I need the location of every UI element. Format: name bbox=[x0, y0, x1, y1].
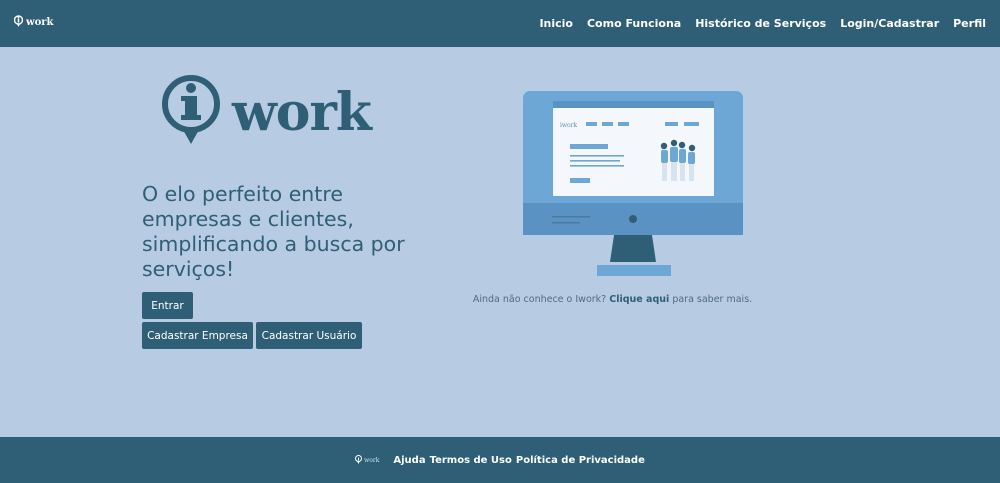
footer-links: Ajuda Termos de Uso Política de Privacid… bbox=[393, 455, 645, 466]
iwork-logo-icon bbox=[162, 75, 220, 144]
iwork-logo-icon bbox=[355, 455, 363, 464]
hero-tagline: O elo perfeito entre empresas e clientes… bbox=[142, 182, 405, 281]
nav-link-historico[interactable]: Histórico de Serviços bbox=[695, 17, 826, 30]
cadastrar-empresa-button[interactable]: Cadastrar Empresa bbox=[142, 322, 253, 349]
info-suffix: para saber mais. bbox=[672, 294, 753, 305]
top-navbar: work Inicio Como Funciona Histórico de S… bbox=[0, 0, 1000, 47]
brand-logo[interactable]: work bbox=[14, 14, 53, 31]
info-line: Ainda não conhece o Iwork? Clique aqui p… bbox=[455, 294, 770, 305]
footer-link-privacidade[interactable]: Política de Privacidade bbox=[516, 455, 645, 466]
nav-link-perfil[interactable]: Perfil bbox=[953, 17, 986, 30]
entrar-button[interactable]: Entrar bbox=[142, 292, 193, 319]
nav-link-como-funciona[interactable]: Como Funciona bbox=[587, 17, 681, 30]
computer-monitor-illustration: iwork bbox=[522, 88, 744, 280]
cadastrar-usuario-button[interactable]: Cadastrar Usuário bbox=[256, 322, 362, 349]
nav-link-login[interactable]: Login/Cadastrar bbox=[840, 17, 939, 30]
hero-logo-word: work bbox=[232, 82, 372, 143]
clique-aqui-link[interactable]: Clique aqui bbox=[609, 294, 669, 305]
footer-logo[interactable]: work bbox=[355, 454, 379, 466]
info-prefix: Ainda não conhece o Iwork? bbox=[472, 294, 607, 305]
iwork-logo-icon bbox=[14, 15, 23, 27]
brand-word: work bbox=[26, 17, 54, 28]
svg-text:iwork: iwork bbox=[560, 122, 578, 129]
hero-logo: work bbox=[160, 60, 372, 180]
nav-link-inicio[interactable]: Inicio bbox=[539, 17, 573, 30]
nav-links: Inicio Como Funciona Histórico de Serviç… bbox=[539, 0, 986, 47]
footer-logo-word: work bbox=[364, 456, 380, 464]
footer-link-ajuda[interactable]: Ajuda bbox=[393, 455, 425, 466]
footer: work Ajuda Termos de Uso Política de Pri… bbox=[0, 437, 1000, 483]
footer-link-termos[interactable]: Termos de Uso bbox=[430, 455, 512, 466]
